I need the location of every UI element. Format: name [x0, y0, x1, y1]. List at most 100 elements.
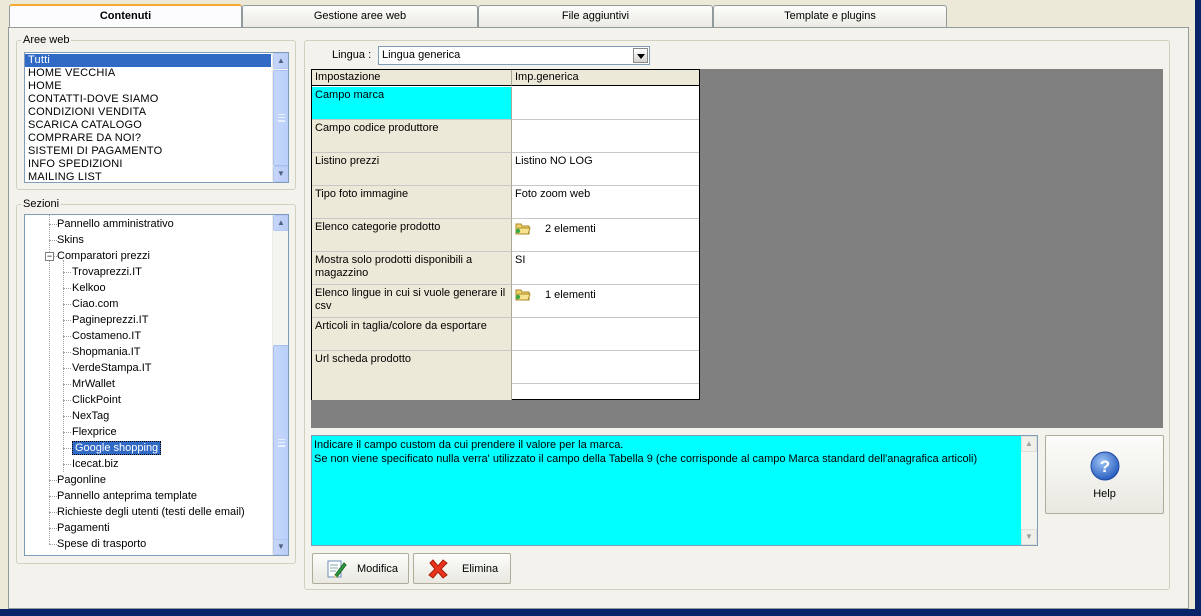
scroll-up-icon[interactable]: ▲: [1021, 436, 1037, 452]
tree-item[interactable]: Kelkoo: [72, 280, 106, 296]
tree-item[interactable]: ClickPoint: [72, 392, 121, 408]
tree-item[interactable]: Comparatori prezzi: [57, 248, 150, 264]
delete-icon: [428, 558, 448, 579]
tree-line: [63, 464, 71, 465]
scroll-down-icon[interactable]: ▼: [1021, 529, 1037, 545]
tree-item[interactable]: Google shopping: [72, 440, 162, 456]
tree-item-label: Pagonline: [57, 474, 106, 486]
sezioni-tree[interactable]: Pannello amministrativo Skins − Comparatori…: [24, 214, 289, 556]
aree-web-item[interactable]: SCARICA CATALOGO: [25, 119, 271, 132]
tree-item[interactable]: Skins: [57, 232, 84, 248]
aree-web-item[interactable]: CONDIZIONI VENDITA: [25, 106, 271, 119]
tree-item-label: Costameno.IT: [72, 330, 142, 342]
tree-item[interactable]: Flexprice: [72, 424, 117, 440]
grid-row-key[interactable]: Tipo foto immagine: [312, 186, 512, 219]
tree-item-label: Trovaprezzi.IT: [72, 266, 142, 278]
grid-row-key[interactable]: Elenco categorie prodotto: [312, 219, 512, 252]
scroll-up-icon[interactable]: ▲: [273, 215, 288, 231]
tab-gestione-aree-web[interactable]: Gestione aree web: [242, 5, 478, 27]
tree-item-label: Ciao.com: [72, 298, 119, 310]
folder-icon: [515, 223, 531, 235]
grid-row-key[interactable]: Mostra solo prodotti disponibili a magaz…: [312, 252, 512, 285]
tree-item[interactable]: Spese di trasporto: [57, 536, 146, 552]
aree-web-item[interactable]: CONTATTI-DOVE SIAMO: [25, 93, 271, 106]
tree-item-label: Pagamenti: [57, 522, 110, 534]
scroll-thumb[interactable]: [273, 70, 288, 166]
scroll-thumb[interactable]: [273, 345, 288, 540]
aree-web-item[interactable]: HOME VECCHIA: [25, 67, 271, 80]
grid-row-key[interactable]: Campo marca: [312, 87, 512, 120]
scroll-up-icon[interactable]: ▲: [273, 53, 288, 69]
tree-item[interactable]: Costameno.IT: [72, 328, 141, 344]
tab-file-aggiuntivi[interactable]: File aggiuntivi: [478, 5, 713, 27]
aree-web-listbox[interactable]: Tutti HOME VECCHIA HOME CONTATTI-DOVE SIAMO…: [24, 52, 289, 183]
tree-item-label: Spese di trasporto: [57, 538, 147, 550]
tree-item-label: Pannello amministrativo: [57, 218, 174, 230]
grid-header-imp-generica: Imp.generica: [512, 70, 699, 86]
aree-web-item[interactable]: Tutti: [25, 54, 271, 67]
grid-row-value[interactable]: Foto zoom web: [512, 186, 699, 219]
grid-row-key[interactable]: Url scheda prodotto: [312, 351, 512, 384]
tree-line: [63, 416, 71, 417]
tree-item[interactable]: Ciao.com: [72, 296, 118, 312]
scroll-down-icon[interactable]: ▼: [273, 166, 288, 182]
grid-row-value[interactable]: 2 elementi: [512, 219, 699, 252]
tab-template-plugins[interactable]: Template e plugins: [713, 5, 947, 27]
lingua-select[interactable]: Lingua generica: [378, 46, 650, 65]
grid-row-value-text: 1 elementi: [545, 289, 596, 301]
tree-item[interactable]: Pannello anteprima template: [57, 488, 197, 504]
scroll-down-icon[interactable]: ▼: [273, 539, 288, 555]
grid-row-key[interactable]: Elenco lingue in cui si vuole generare i…: [312, 285, 512, 318]
edit-icon: [327, 560, 347, 578]
tree-item-label: Kelkoo: [72, 282, 106, 294]
tree-item-label: Google shopping: [72, 441, 162, 455]
tree-item-label: Shopmania.IT: [72, 346, 141, 358]
aree-web-item[interactable]: MAILING LIST: [25, 171, 271, 182]
tree-line: [63, 288, 71, 289]
sezioni-scrollbar[interactable]: ▲ ▼: [272, 215, 288, 555]
aree-web-item[interactable]: COMPRARE DA NOI?: [25, 132, 271, 145]
grid-row-value[interactable]: SI: [512, 252, 699, 285]
grid-row-value[interactable]: 1 elementi: [512, 285, 699, 318]
tree-item[interactable]: Richieste degli utenti (testi delle emai…: [57, 504, 245, 520]
window-right-edge: [1195, 0, 1201, 616]
tree-item[interactable]: Pannello amministrativo: [57, 216, 174, 232]
description-scrollbar[interactable]: ▲ ▼: [1021, 436, 1037, 545]
grid-row-value[interactable]: [512, 87, 699, 120]
aree-web-scrollbar[interactable]: ▲ ▼: [272, 53, 288, 182]
grid-row-value[interactable]: [512, 318, 699, 351]
tree-item[interactable]: VerdeStampa.IT: [72, 360, 152, 376]
tree-line: [63, 352, 71, 353]
tree-item[interactable]: MrWallet: [72, 376, 115, 392]
tree-item[interactable]: Icecat.biz: [72, 456, 118, 472]
grid-row-value[interactable]: [512, 351, 699, 384]
elimina-button[interactable]: Elimina: [413, 553, 511, 584]
modifica-button[interactable]: Modifica: [312, 553, 409, 584]
folder-icon: [515, 289, 531, 301]
grid-row-value[interactable]: Listino NO LOG: [512, 153, 699, 186]
chevron-down-icon[interactable]: [633, 48, 648, 63]
tree-item[interactable]: Shopmania.IT: [72, 344, 140, 360]
tree-item[interactable]: NexTag: [72, 408, 109, 424]
tree-item[interactable]: Pagamenti: [57, 520, 110, 536]
sezioni-legend: Sezioni: [23, 198, 60, 210]
description-line-1: Indicare il campo custom da cui prendere…: [314, 439, 624, 451]
collapse-icon[interactable]: −: [45, 252, 54, 261]
description-box: Indicare il campo custom da cui prendere…: [311, 435, 1038, 546]
settings-table: Impostazione Imp.generica Campo marca Cam…: [311, 69, 700, 400]
tab-contenuti[interactable]: Contenuti: [9, 4, 242, 28]
tree-item[interactable]: Pagonline: [57, 472, 106, 488]
tree-line: [49, 544, 57, 545]
grid-row-key[interactable]: Articoli in taglia/colore da esportare: [312, 318, 512, 351]
settings-grid: Impostazione Imp.generica Campo marca Cam…: [311, 69, 1163, 428]
aree-web-item[interactable]: INFO SPEDIZIONI: [25, 158, 271, 171]
tree-item-label: NexTag: [72, 410, 110, 422]
grid-row-value[interactable]: [512, 120, 699, 153]
help-button[interactable]: ? Help: [1045, 435, 1164, 514]
grid-row-key[interactable]: Campo codice produttore: [312, 120, 512, 153]
tree-item[interactable]: Pagineprezzi.IT: [72, 312, 148, 328]
aree-web-item[interactable]: HOME: [25, 80, 271, 93]
tree-item[interactable]: Trovaprezzi.IT: [72, 264, 142, 280]
grid-row-key[interactable]: Listino prezzi: [312, 153, 512, 186]
aree-web-item[interactable]: SISTEMI DI PAGAMENTO: [25, 145, 271, 158]
